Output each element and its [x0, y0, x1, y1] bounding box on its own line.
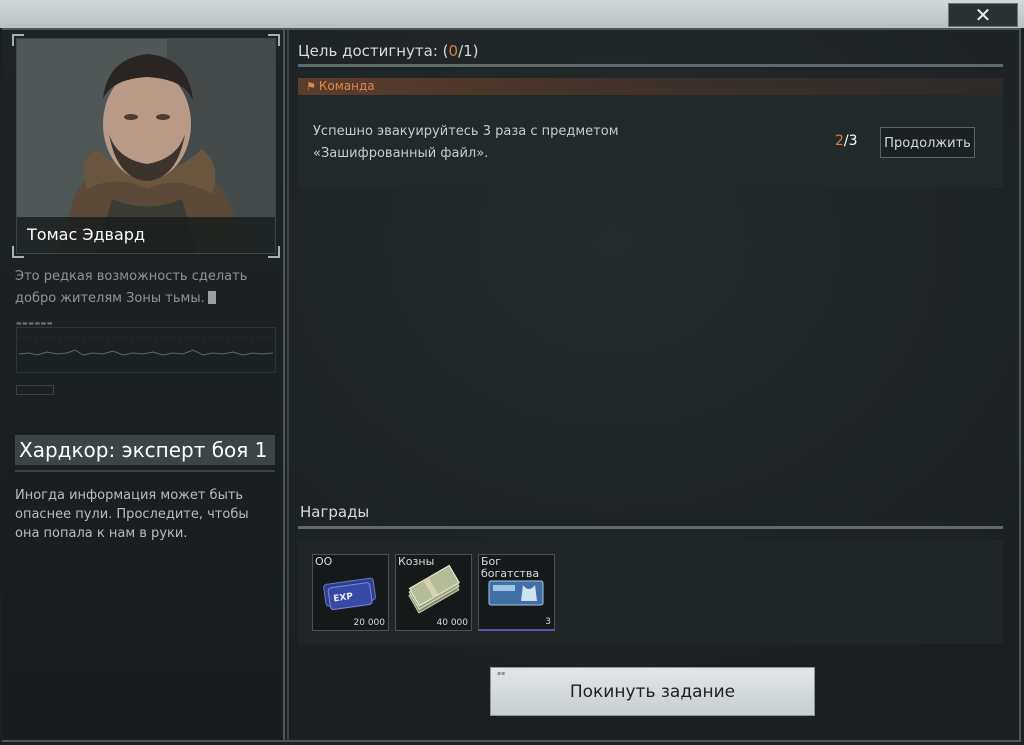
- portrait-corner: [12, 246, 24, 258]
- continue-button[interactable]: Продолжить: [880, 127, 975, 158]
- leave-quest-button[interactable]: ▪▪ Покинуть задание: [490, 667, 815, 716]
- objectives-completed-count: 0: [448, 42, 459, 60]
- trader-quote: Это редкая возможность сделать добро жит…: [15, 266, 273, 310]
- objective-card: ⚑ Команда Успешно эвакуируйтесь 3 раза с …: [298, 78, 1003, 188]
- objective-text: Успешно эвакуируйтесь 3 раза с предметом…: [313, 124, 619, 161]
- quest-title: Хардкор: эксперт боя 1: [15, 435, 275, 465]
- objectives-total: /1): [458, 42, 479, 60]
- objective-progress-total: /3: [843, 133, 858, 149]
- objective-progress-done: 2: [835, 133, 844, 149]
- rewards-header-divider: [298, 526, 1003, 529]
- signal-label: ▬▬▬▬▬▬: [16, 320, 54, 327]
- trader-name-bar: Томас Эдвард: [17, 217, 275, 253]
- close-icon: ✕: [974, 3, 992, 27]
- trader-name: Томас Эдвард: [27, 225, 146, 244]
- reward-item-wealth-god[interactable]: Бог богатства 3: [478, 554, 555, 631]
- objectives-header-divider: [298, 64, 1003, 67]
- trader-portrait: Томас Эдвард: [16, 38, 276, 254]
- text-cursor: [207, 291, 216, 304]
- flag-icon: ⚑: [306, 80, 316, 93]
- button-corner-mark: ▪▪: [497, 670, 506, 677]
- close-button[interactable]: ✕: [948, 3, 1018, 27]
- wealth-card-icon: [488, 580, 544, 606]
- team-label: Команда: [318, 79, 375, 93]
- signal-graph: [16, 327, 276, 373]
- reward-quantity: 3: [545, 617, 551, 627]
- portrait-corner: [12, 34, 24, 46]
- leave-quest-label: Покинуть задание: [569, 682, 736, 702]
- trader-panel: Томас Эдвард Это редкая возможность сдел…: [2, 30, 289, 740]
- quest-title-divider: [15, 470, 275, 472]
- reward-quantity: 40 000: [436, 618, 469, 628]
- top-bar: ✕: [0, 0, 1024, 28]
- rewards-header: Награды: [300, 503, 370, 521]
- reward-quantity: 20 000: [353, 618, 386, 628]
- team-bar: ⚑ Команда: [298, 78, 1003, 95]
- objectives-header: Цель достигнута: (0/1): [298, 42, 479, 60]
- portrait-corner: [268, 246, 280, 258]
- objectives-header-prefix: Цель достигнута: (: [298, 42, 449, 60]
- reward-item-exp[interactable]: ОО EXP 20 000: [312, 554, 389, 631]
- quest-description: Иногда информация может быть опаснее пул…: [15, 488, 249, 541]
- portrait-corner: [268, 34, 280, 46]
- reward-item-cash[interactable]: Козны 40 000: [395, 554, 472, 631]
- objective-progress: 2/3: [835, 133, 858, 149]
- signal-tag: [16, 385, 54, 395]
